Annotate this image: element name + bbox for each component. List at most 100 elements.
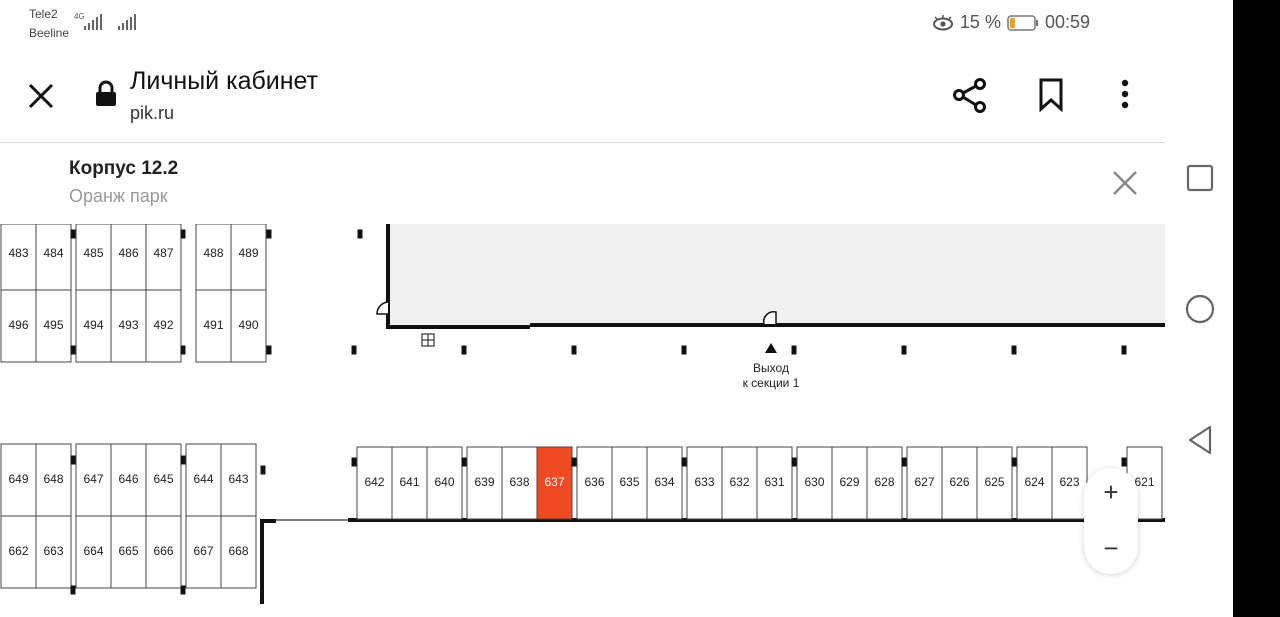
space-number: 647 [83, 472, 103, 486]
space-number: 638 [509, 475, 529, 489]
parking-space-485[interactable]: 485 [75, 224, 112, 291]
parking-space-634[interactable]: 634 [646, 446, 683, 520]
parking-space-649[interactable]: 649 [0, 443, 37, 517]
space-number: 668 [228, 544, 248, 558]
carrier-2: Beeline [29, 26, 70, 40]
zoom-out-button[interactable]: − [1084, 528, 1138, 568]
parking-space-641[interactable]: 641 [391, 446, 428, 520]
parking-space-623[interactable]: 623 [1051, 446, 1088, 520]
pillar [791, 345, 797, 355]
space-number: 634 [654, 475, 674, 489]
parking-space-630[interactable]: 630 [796, 446, 833, 520]
pillar [70, 229, 76, 239]
parking-space-496[interactable]: 496 [0, 289, 37, 363]
space-number: 637 [544, 475, 564, 489]
space-number: 627 [914, 475, 934, 489]
parking-space-486[interactable]: 486 [110, 224, 147, 291]
space-number: 632 [729, 475, 749, 489]
share-icon[interactable] [952, 78, 988, 114]
parking-space-640[interactable]: 640 [426, 446, 463, 520]
pillar [351, 457, 357, 467]
parking-space-629[interactable]: 629 [831, 446, 868, 520]
parking-space-638[interactable]: 638 [501, 446, 538, 520]
space-number: 495 [43, 318, 63, 332]
pillar [461, 457, 467, 467]
status-bar: Tele2 Beeline 4G 15 % 00:59 [0, 0, 1165, 50]
pillar [180, 229, 186, 239]
parking-space-637[interactable]: 637 [536, 446, 573, 520]
parking-space-647[interactable]: 647 [75, 443, 112, 517]
space-number: 487 [153, 246, 173, 260]
status-right: 15 % 00:59 [932, 12, 1090, 33]
parking-space-644[interactable]: 644 [185, 443, 222, 517]
parking-space-625[interactable]: 625 [976, 446, 1013, 520]
space-number: 633 [694, 475, 714, 489]
parking-space-488[interactable]: 488 [195, 224, 232, 291]
space-number: 631 [764, 475, 784, 489]
parking-space-636[interactable]: 636 [576, 446, 613, 520]
pillar [180, 345, 186, 355]
parking-space-668[interactable]: 668 [220, 515, 257, 589]
parking-space-628[interactable]: 628 [866, 446, 903, 520]
parking-space-642[interactable]: 642 [356, 446, 393, 520]
parking-space-667[interactable]: 667 [185, 515, 222, 589]
parking-space-662[interactable]: 662 [0, 515, 37, 589]
parking-space-483[interactable]: 483 [0, 224, 37, 291]
bookmark-icon[interactable] [1038, 78, 1066, 112]
parking-space-492[interactable]: 492 [145, 289, 182, 363]
space-number: 484 [43, 246, 63, 260]
close-panel-icon[interactable] [1112, 170, 1138, 196]
zoom-in-button[interactable]: + [1084, 472, 1138, 512]
space-number: 496 [8, 318, 28, 332]
eye-comfort-icon [932, 14, 953, 30]
back-icon[interactable] [1186, 424, 1214, 456]
parking-space-490[interactable]: 490 [230, 289, 267, 363]
parking-space-494[interactable]: 494 [75, 289, 112, 363]
close-icon[interactable] [27, 82, 55, 110]
parking-map[interactable]: Выход к секции 1 483 484 485 486 487 488 489 49… [0, 224, 1165, 617]
pillar [266, 345, 272, 355]
space-number: 662 [8, 544, 28, 558]
parking-space-664[interactable]: 664 [75, 515, 112, 589]
parking-space-627[interactable]: 627 [906, 446, 943, 520]
parking-space-493[interactable]: 493 [110, 289, 147, 363]
space-number: 646 [118, 472, 138, 486]
parking-space-633[interactable]: 633 [686, 446, 723, 520]
parking-space-624[interactable]: 624 [1016, 446, 1053, 520]
parking-space-663[interactable]: 663 [35, 515, 72, 589]
pillar [70, 345, 76, 355]
stair-icon [421, 333, 435, 347]
parking-space-665[interactable]: 665 [110, 515, 147, 589]
space-number: 488 [203, 246, 223, 260]
home-icon[interactable] [1184, 293, 1216, 325]
parking-space-643[interactable]: 643 [220, 443, 257, 517]
recent-apps-icon[interactable] [1186, 164, 1214, 192]
parking-space-626[interactable]: 626 [941, 446, 978, 520]
parking-space-645[interactable]: 645 [145, 443, 182, 517]
parking-space-648[interactable]: 648 [35, 443, 72, 517]
pillar [351, 345, 357, 355]
parking-space-632[interactable]: 632 [721, 446, 758, 520]
parking-space-495[interactable]: 495 [35, 289, 72, 363]
space-number: 491 [203, 318, 223, 332]
parking-space-487[interactable]: 487 [145, 224, 182, 291]
space-number: 630 [804, 475, 824, 489]
parking-space-646[interactable]: 646 [110, 443, 147, 517]
space-number: 666 [153, 544, 173, 558]
parking-map-svg[interactable]: Выход к секции 1 483 484 485 486 487 488 489 49… [0, 224, 1165, 617]
pillar [266, 229, 272, 239]
parking-space-635[interactable]: 635 [611, 446, 648, 520]
parking-space-484[interactable]: 484 [35, 224, 72, 291]
parking-space-489[interactable]: 489 [230, 224, 267, 291]
space-number: 623 [1059, 475, 1079, 489]
more-menu-icon[interactable] [1118, 78, 1132, 112]
parking-space-639[interactable]: 639 [466, 446, 503, 520]
space-number: 493 [118, 318, 138, 332]
parking-space-666[interactable]: 666 [145, 515, 182, 589]
parking-space-491[interactable]: 491 [195, 289, 232, 363]
info-panel: Корпус 12.2 Оранж парк [0, 143, 1165, 223]
android-nav-bar [1165, 0, 1233, 617]
pillar [180, 455, 186, 465]
parking-space-631[interactable]: 631 [756, 446, 793, 520]
space-number: 485 [83, 246, 103, 260]
